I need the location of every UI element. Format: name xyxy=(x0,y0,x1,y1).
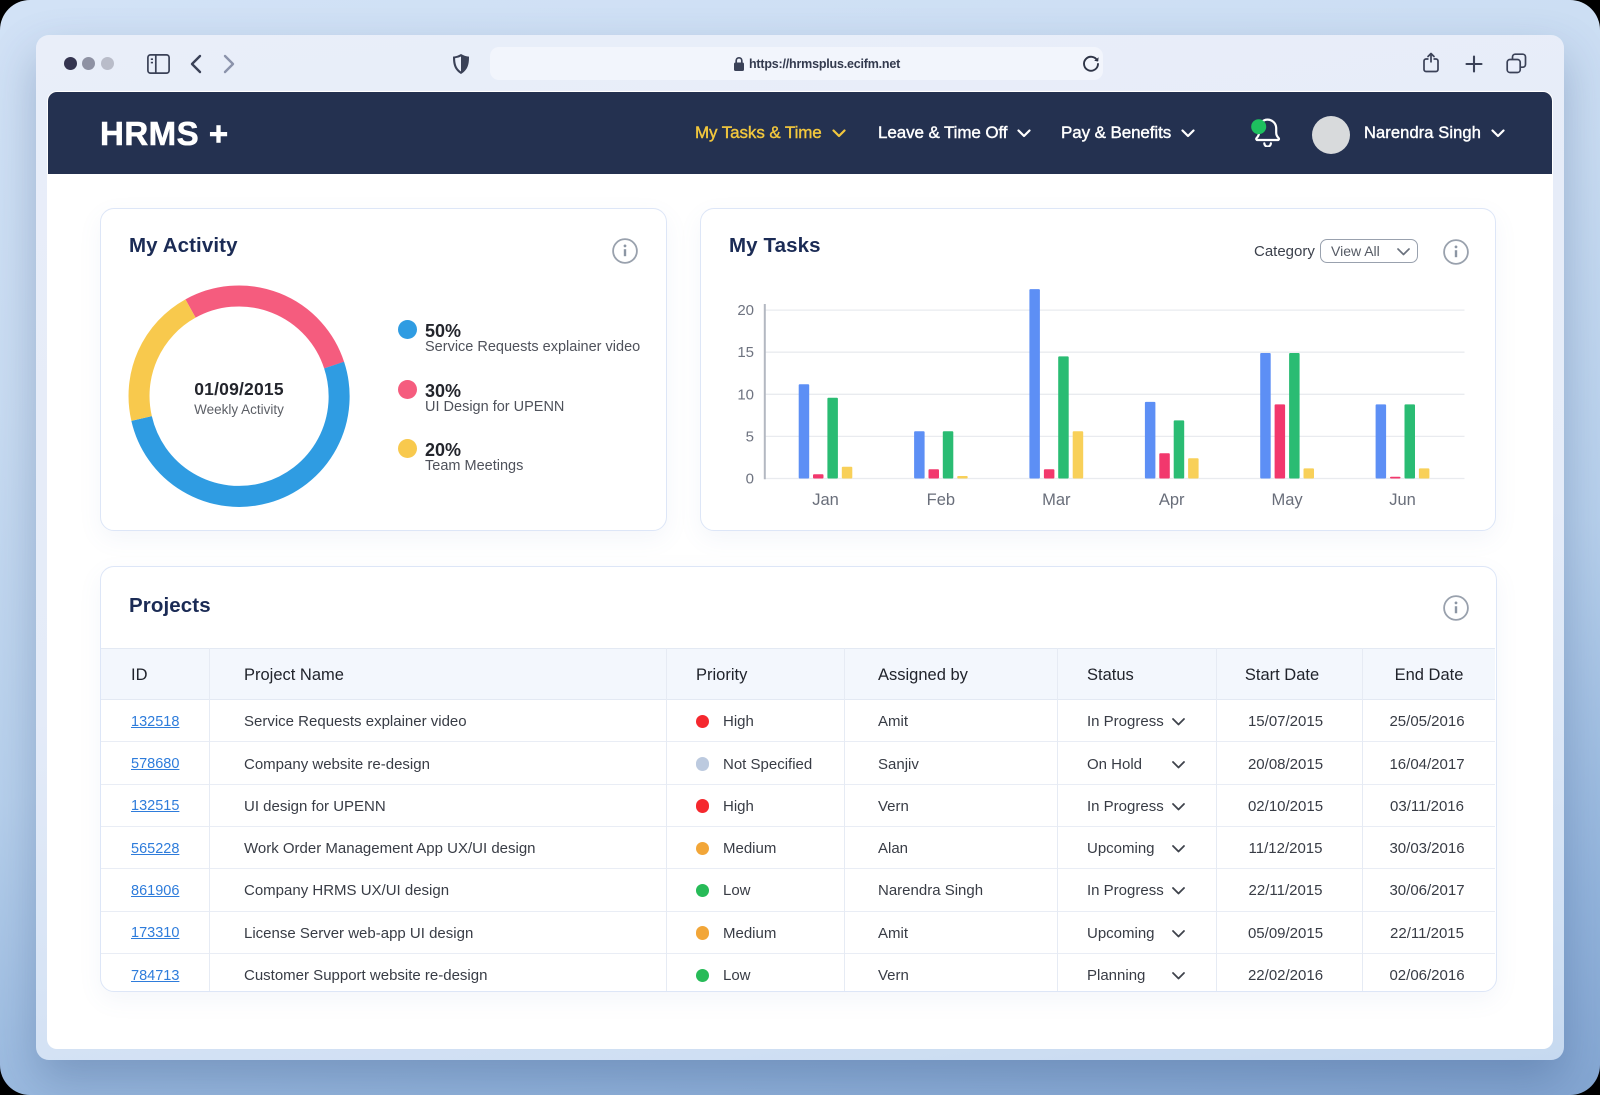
svg-text:Feb: Feb xyxy=(927,491,955,509)
svg-text:Jun: Jun xyxy=(1389,491,1416,509)
svg-text:Mar: Mar xyxy=(1042,491,1071,509)
svg-text:0: 0 xyxy=(746,471,754,488)
svg-text:15: 15 xyxy=(737,344,754,361)
svg-text:5: 5 xyxy=(746,428,754,445)
svg-text:20: 20 xyxy=(737,302,754,319)
svg-text:10: 10 xyxy=(737,386,754,403)
svg-text:May: May xyxy=(1272,491,1304,509)
svg-text:Jan: Jan xyxy=(812,491,839,509)
svg-text:Apr: Apr xyxy=(1159,491,1185,509)
